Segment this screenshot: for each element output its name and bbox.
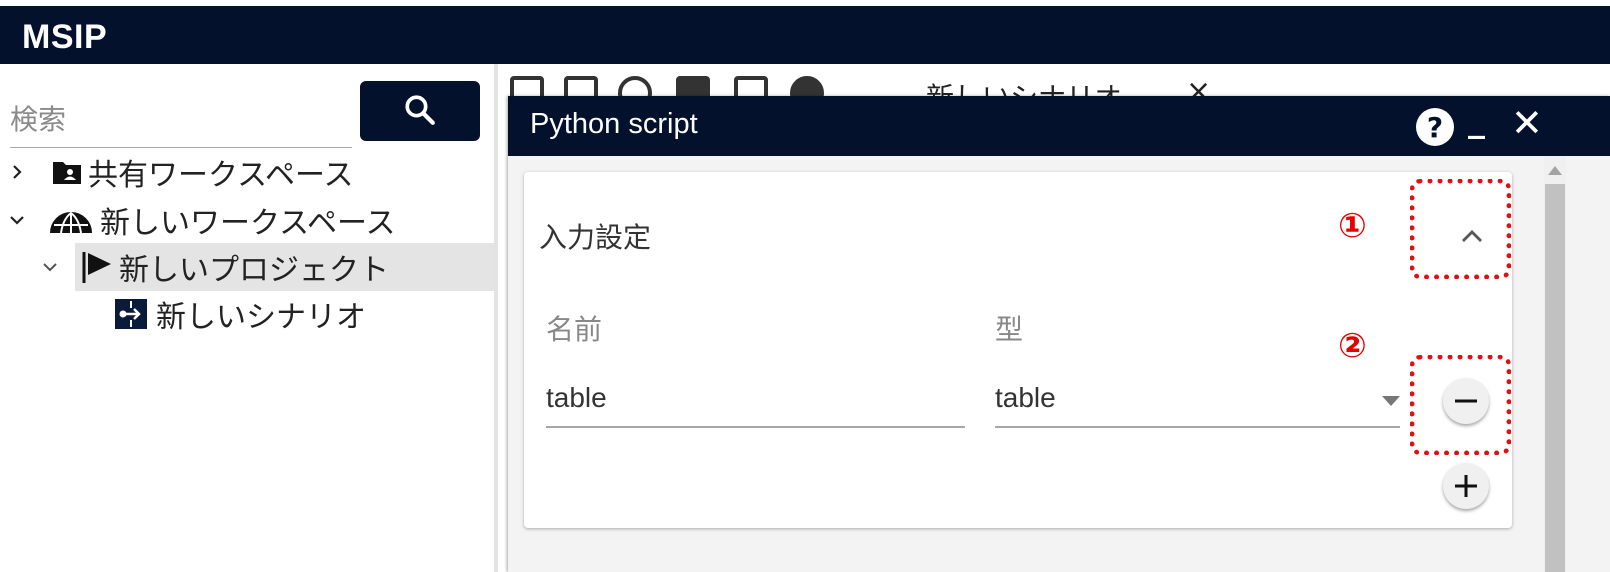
scenario-toolbar: 新しいシナリオ ×	[498, 64, 1610, 96]
chevron-down-icon[interactable]	[2, 212, 32, 228]
type-value: table	[995, 382, 1056, 413]
panel-title: 入力設定	[539, 221, 652, 254]
run-icon[interactable]	[618, 76, 652, 96]
annotation-box-2	[1410, 355, 1511, 455]
dialog-title: Python script	[530, 108, 698, 140]
name-label: 名前	[546, 313, 603, 346]
annotation-box-1	[1410, 179, 1511, 279]
tree-item-new-scenario[interactable]: 新しいシナリオ	[114, 290, 494, 338]
name-field[interactable]: table	[546, 372, 965, 428]
tree-item-label: 新しいシナリオ	[156, 300, 366, 335]
tab-new-scenario[interactable]: 新しいシナリオ	[926, 76, 1122, 96]
type-select[interactable]: table	[995, 372, 1400, 428]
add-node-icon[interactable]	[734, 76, 768, 96]
search-button[interactable]	[360, 81, 480, 141]
globe-workspace-icon	[48, 205, 94, 235]
dialog-body: 入力設定 名前 型 table table	[508, 156, 1544, 572]
minimize-icon[interactable]: _	[1468, 100, 1485, 140]
save-icon[interactable]	[510, 76, 544, 96]
search-input[interactable]	[10, 92, 352, 148]
tree-item-shared-workspace[interactable]: 共有ワークスペース	[0, 148, 494, 196]
tab-close-icon[interactable]: ×	[1186, 74, 1211, 96]
tree-item-new-project[interactable]: 新しいプロジェクト	[43, 243, 494, 291]
scenario-icon	[114, 298, 148, 330]
name-value: table	[546, 382, 607, 413]
add-input-button[interactable]	[1443, 463, 1489, 509]
chevron-right-icon[interactable]	[2, 164, 32, 180]
scroll-up-arrow-icon[interactable]	[1548, 166, 1562, 175]
search-icon	[403, 93, 437, 130]
save-as-icon[interactable]	[564, 76, 598, 96]
dialog-header[interactable]: Python script ? _ ✕	[508, 96, 1610, 156]
type-label: 型	[995, 313, 1024, 346]
chevron-down-icon[interactable]	[35, 259, 65, 275]
annotation-number-2: ②	[1338, 326, 1367, 366]
flag-icon	[81, 250, 113, 284]
app-title: MSIP	[22, 18, 108, 56]
python-script-dialog: Python script ? _ ✕ 入力設定 名前 型 table tabl…	[508, 96, 1610, 572]
close-icon[interactable]: ✕	[1511, 104, 1543, 142]
annotation-number-1: ①	[1338, 206, 1367, 246]
tree-item-new-workspace[interactable]: 新しいワークスペース	[0, 196, 494, 244]
tree-item-label: 新しいワークスペース	[100, 206, 396, 241]
app-header: MSIP	[0, 6, 1610, 64]
dropdown-arrow-icon	[1382, 396, 1400, 406]
chart-icon[interactable]	[676, 76, 710, 96]
plus-icon	[1455, 475, 1477, 497]
help-icon[interactable]: ?	[1416, 108, 1454, 146]
shared-folder-icon	[52, 159, 82, 185]
tree-item-label: 共有ワークスペース	[88, 158, 354, 193]
help-icon[interactable]	[790, 76, 824, 96]
sidebar-divider[interactable]	[494, 64, 498, 572]
scroll-thumb[interactable]	[1545, 184, 1565, 572]
tree-item-label: 新しいプロジェクト	[119, 253, 389, 288]
dialog-scrollbar[interactable]	[1544, 156, 1566, 572]
